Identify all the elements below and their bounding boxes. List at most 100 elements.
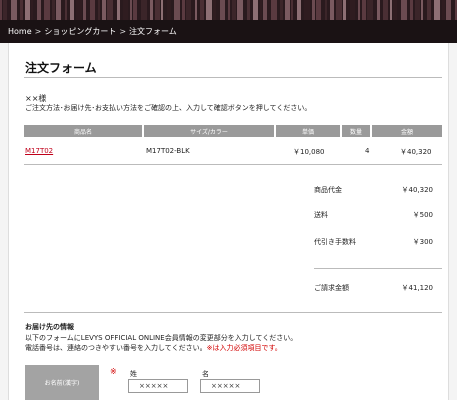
product-amount: ￥40,320 — [400, 148, 432, 156]
shipping-fee-value: ￥500 — [412, 211, 433, 219]
banner-stripe — [410, 0, 413, 20]
banner-stripe — [304, 0, 310, 20]
table-header-amount: 金額 — [372, 125, 442, 137]
first-name-label: 名 — [202, 370, 209, 378]
product-link[interactable]: M17T02 — [25, 147, 53, 155]
banner-stripe — [415, 0, 420, 20]
banner-stripe — [330, 0, 334, 20]
divider — [24, 77, 442, 78]
breadcrumb-cart[interactable]: ショッピングカート — [44, 26, 116, 37]
table-header-product: 商品名 — [24, 125, 142, 137]
banner-stripe — [434, 0, 440, 20]
banner-stripe — [421, 0, 423, 20]
banner-stripe — [291, 0, 293, 20]
banner-stripe — [343, 0, 346, 20]
banner-stripe — [52, 0, 55, 20]
banner-stripe — [325, 0, 327, 20]
table-header-qty: 数量 — [342, 125, 370, 137]
total-label: ご請求金額 — [314, 284, 349, 292]
banner-stripe — [367, 0, 373, 20]
header-banner — [0, 0, 457, 20]
banner-stripe — [213, 0, 216, 20]
intro-text: ご注文方法･お届け先･お支払い方法をご確認の上、入力して確認ボタンを押してくださ… — [25, 104, 312, 112]
banner-stripe — [167, 0, 171, 20]
banner-stripe — [427, 0, 431, 20]
total-value: ￥41,120 — [401, 284, 434, 292]
last-name-label: 姓 — [130, 370, 137, 378]
banner-stripe — [228, 0, 230, 20]
breadcrumb-home[interactable]: Home — [8, 27, 32, 36]
banner-stripe — [280, 0, 283, 20]
shipping-phone-note: 電話番号は、連絡のつきやすい番号を入力してください。※は入力必須項目です。 — [25, 343, 282, 353]
banner-stripe — [263, 0, 267, 20]
banner-stripe — [0, 0, 2, 20]
banner-stripe — [141, 0, 147, 20]
banner-stripe — [195, 0, 197, 20]
banner-stripe — [446, 0, 451, 20]
product-qty: 4 — [365, 147, 370, 155]
banner-stripe — [20, 0, 23, 20]
last-name-input[interactable] — [128, 379, 188, 393]
banner-stripe — [56, 0, 61, 20]
banner-stripe — [186, 0, 191, 20]
divider — [24, 164, 442, 165]
banner-stripe — [107, 0, 113, 20]
banner-stripe — [350, 0, 355, 20]
breadcrumb-current: 注文フォーム — [129, 27, 177, 36]
banner-stripe — [377, 0, 380, 20]
banner-stripe — [316, 0, 321, 20]
banner-stripe — [232, 0, 236, 20]
banner-stripe — [133, 0, 137, 20]
banner-stripe — [358, 0, 360, 20]
banner-stripe — [3, 0, 7, 20]
banner-stripe — [83, 0, 86, 20]
name-field-label: お名前(漢字) — [25, 365, 99, 400]
banner-stripe — [155, 0, 160, 20]
shipping-section-title: お届け先の情報 — [25, 323, 74, 331]
banner-stripe — [383, 0, 388, 20]
breadcrumb: Home > ショッピングカート > 注文フォーム — [0, 20, 457, 43]
banner-stripe — [260, 0, 262, 20]
shipping-instructions: 以下のフォームにLEVYS OFFICIAL ONLINE会員情報の変更部分を入… — [25, 334, 298, 342]
table-header-variant: サイズ/カラー — [144, 125, 274, 137]
subtotal-value: ￥40,320 — [401, 186, 434, 194]
banner-stripe — [31, 0, 33, 20]
banner-stripe — [90, 0, 95, 20]
banner-stripe — [123, 0, 128, 20]
banner-stripe — [70, 0, 74, 20]
first-name-input[interactable] — [200, 379, 260, 393]
banner-stripe — [200, 0, 204, 20]
banner-stripe — [98, 0, 100, 20]
banner-stripe — [220, 0, 225, 20]
banner-stripe — [253, 0, 258, 20]
banner-stripe — [117, 0, 120, 20]
banner-stripe — [285, 0, 290, 20]
banner-stripe — [312, 0, 315, 20]
banner-stripe — [336, 0, 342, 20]
banner-stripe — [65, 0, 67, 20]
banner-stripe — [44, 0, 50, 20]
banner-stripe — [161, 0, 163, 20]
phone-note-text: 電話番号は、連絡のつきやすい番号を入力してください。 — [25, 344, 207, 352]
banner-stripe — [130, 0, 132, 20]
product-variant: M17T02-BLK — [146, 147, 190, 155]
banner-stripe — [237, 0, 243, 20]
banner-stripe — [442, 0, 445, 20]
banner-stripe — [76, 0, 82, 20]
banner-stripe — [102, 0, 106, 20]
subtotal-label: 商品代金 — [314, 186, 342, 194]
required-mark: ※ — [110, 367, 117, 376]
banner-stripe — [271, 0, 277, 20]
banner-stripe — [25, 0, 30, 20]
banner-stripe — [247, 0, 250, 20]
banner-stripe — [297, 0, 301, 20]
banner-stripe — [174, 0, 180, 20]
table-header-unit-price: 単価 — [276, 125, 340, 137]
banner-stripe — [11, 0, 17, 20]
shipping-fee-label: 送料 — [314, 211, 328, 219]
banner-stripe — [401, 0, 407, 20]
product-unit-price: ￥10,080 — [293, 148, 325, 156]
page-title: 注文フォーム — [25, 61, 97, 75]
cod-fee-label: 代引き手数料 — [314, 238, 356, 246]
banner-stripe — [362, 0, 366, 20]
